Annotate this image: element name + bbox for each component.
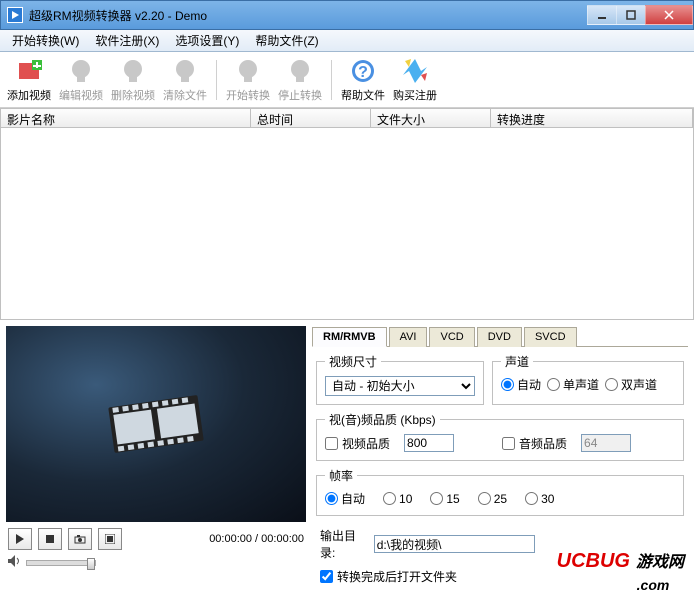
format-tabs: RM/RMVB AVI VCD DVD SVCD	[312, 326, 688, 347]
fps-15-radio[interactable]: 15	[430, 492, 459, 506]
open-after-check[interactable]: 转换完成后打开文件夹	[320, 568, 457, 585]
column-name[interactable]: 影片名称	[1, 109, 251, 127]
start-convert-icon	[234, 57, 262, 85]
help-file-button[interactable]: ? 帮助文件	[338, 55, 388, 105]
channel-auto-radio[interactable]: 自动	[501, 376, 541, 393]
app-icon	[7, 7, 23, 23]
stop-convert-label: 停止转换	[278, 87, 322, 103]
title-bar: 超级RM视频转换器 v2.20 - Demo	[0, 0, 694, 30]
tab-avi[interactable]: AVI	[389, 327, 428, 347]
volume-slider[interactable]	[26, 560, 96, 566]
buy-register-button[interactable]: 购买注册	[390, 55, 440, 105]
add-video-label: 添加视频	[7, 87, 51, 103]
window-title: 超级RM视频转换器 v2.20 - Demo	[29, 7, 207, 24]
quality-legend: 视(音)频品质 (Kbps)	[325, 411, 440, 428]
channel-stereo-radio[interactable]: 双声道	[605, 376, 657, 393]
fps-10-radio[interactable]: 10	[383, 492, 412, 506]
menu-bar: 开始转换(W) 软件注册(X) 选项设置(Y) 帮助文件(Z)	[0, 30, 694, 52]
clear-files-label: 清除文件	[163, 87, 207, 103]
stop-convert-button[interactable]: 停止转换	[275, 55, 325, 105]
volume-thumb[interactable]	[87, 558, 95, 570]
video-size-select[interactable]: 自动 - 初始大小	[325, 376, 475, 396]
menu-options[interactable]: 选项设置(Y)	[167, 30, 247, 51]
video-size-legend: 视频尺寸	[325, 353, 381, 370]
add-video-icon	[15, 57, 43, 85]
column-size[interactable]: 文件大小	[371, 109, 491, 127]
clear-files-icon	[171, 57, 199, 85]
add-video-button[interactable]: 添加视频	[4, 55, 54, 105]
toolbar-separator	[216, 60, 217, 100]
tab-svcd[interactable]: SVCD	[524, 327, 577, 347]
clear-files-button[interactable]: 清除文件	[160, 55, 210, 105]
start-convert-label: 开始转换	[226, 87, 270, 103]
fps-25-radio[interactable]: 25	[478, 492, 507, 506]
column-time[interactable]: 总时间	[251, 109, 371, 127]
tab-vcd[interactable]: VCD	[429, 327, 474, 347]
stop-convert-icon	[286, 57, 314, 85]
close-button[interactable]	[645, 5, 693, 25]
edit-video-button[interactable]: 编辑视频	[56, 55, 106, 105]
video-quality-input[interactable]	[404, 434, 454, 452]
video-quality-check[interactable]: 视频品质	[325, 435, 390, 452]
start-convert-button[interactable]: 开始转换	[223, 55, 273, 105]
file-list-header: 影片名称 总时间 文件大小 转换进度	[0, 108, 694, 128]
remove-video-button[interactable]: 删除视频	[108, 55, 158, 105]
audio-quality-input[interactable]	[581, 434, 631, 452]
remove-video-icon	[119, 57, 147, 85]
file-list[interactable]	[0, 128, 694, 320]
remove-video-label: 删除视频	[111, 87, 155, 103]
maximize-button[interactable]	[616, 5, 646, 25]
menu-register[interactable]: 软件注册(X)	[87, 30, 167, 51]
volume-icon	[8, 554, 22, 572]
fps-30-radio[interactable]: 30	[525, 492, 554, 506]
buy-icon	[401, 57, 429, 85]
fps-legend: 帧率	[325, 467, 357, 484]
snapshot-button[interactable]	[68, 528, 92, 550]
channel-legend: 声道	[501, 353, 533, 370]
filmstrip-icon	[101, 387, 211, 461]
toolbar: 添加视频 编辑视频 删除视频 清除文件 开始转换 停止转换 ? 帮助文件 购买注…	[0, 52, 694, 108]
stop-button[interactable]	[38, 528, 62, 550]
tab-dvd[interactable]: DVD	[477, 327, 522, 347]
audio-quality-check[interactable]: 音频品质	[502, 435, 567, 452]
playback-time: 00:00:00 / 00:00:00	[209, 533, 304, 545]
output-dir-label: 输出目录:	[320, 527, 368, 561]
help-icon: ?	[349, 57, 377, 85]
output-dir-input[interactable]	[374, 535, 535, 553]
channel-mono-radio[interactable]: 单声道	[547, 376, 599, 393]
edit-video-label: 编辑视频	[59, 87, 103, 103]
video-preview	[6, 326, 306, 522]
menu-help[interactable]: 帮助文件(Z)	[247, 30, 326, 51]
buy-register-label: 购买注册	[393, 87, 437, 103]
minimize-button[interactable]	[587, 5, 617, 25]
toolbar-separator	[331, 60, 332, 100]
edit-video-icon	[67, 57, 95, 85]
play-button[interactable]	[8, 528, 32, 550]
fullscreen-button[interactable]	[98, 528, 122, 550]
fps-auto-radio[interactable]: 自动	[325, 490, 365, 507]
menu-start-convert[interactable]: 开始转换(W)	[4, 30, 87, 51]
column-progress[interactable]: 转换进度	[491, 109, 693, 127]
help-file-label: 帮助文件	[341, 87, 385, 103]
svg-text:?: ?	[358, 64, 368, 81]
tab-rm-rmvb[interactable]: RM/RMVB	[312, 327, 387, 347]
